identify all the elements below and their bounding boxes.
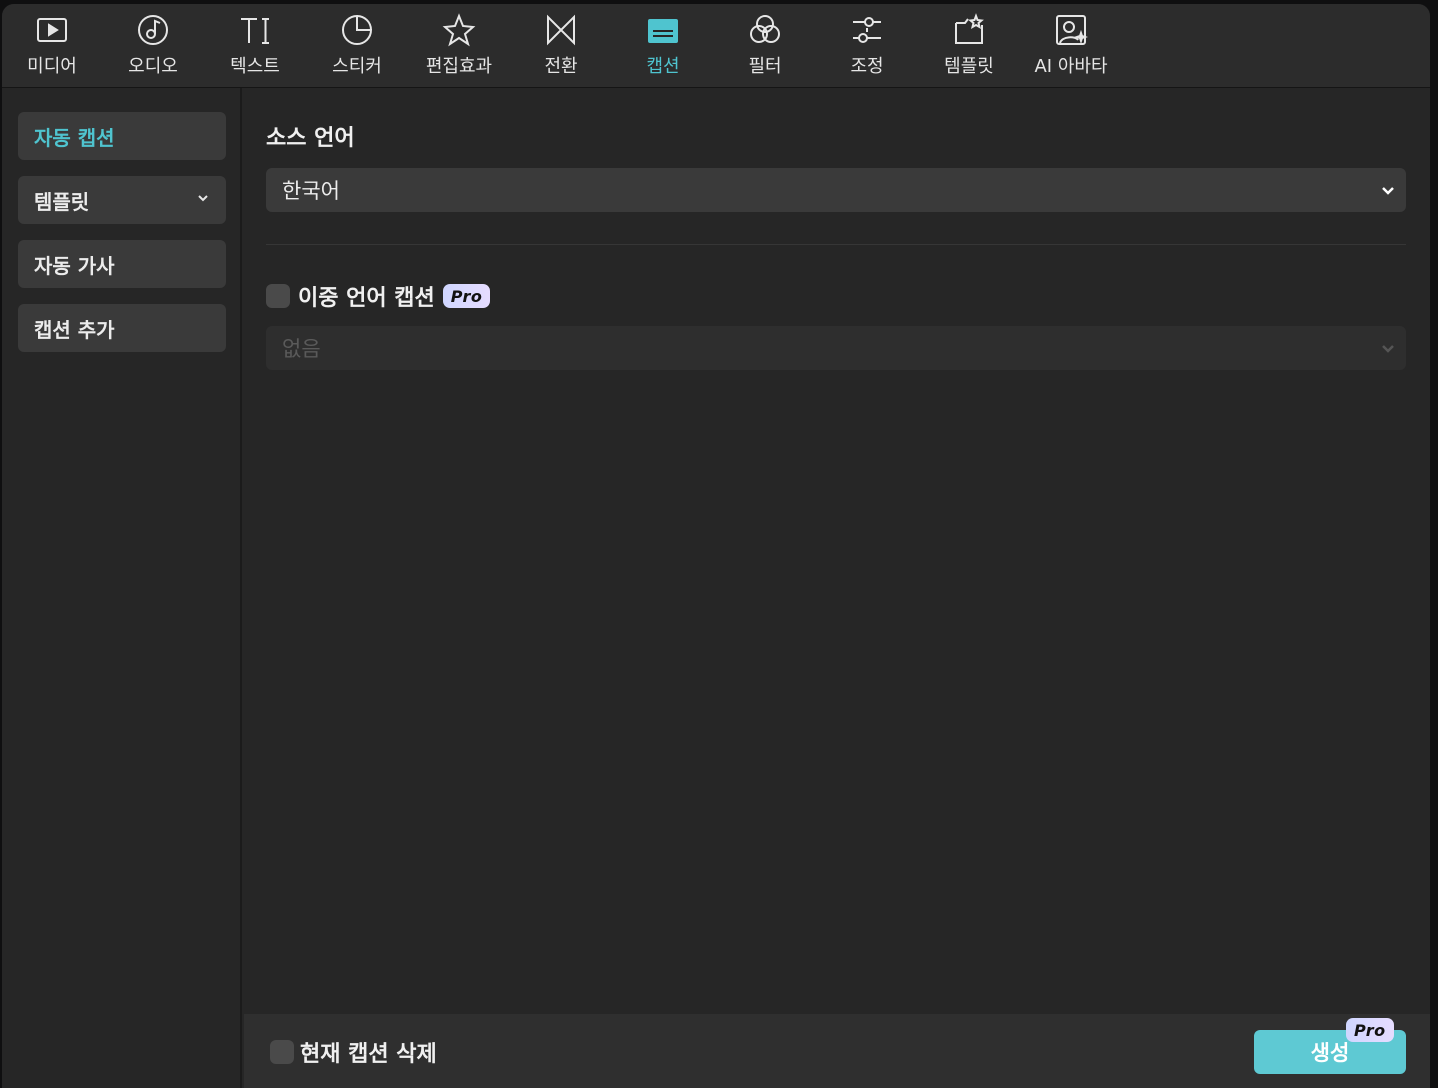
bilingual-caption-row: 이중 언어 캡션 Pro	[266, 282, 491, 311]
delete-current-caption-checkbox[interactable]	[270, 1040, 294, 1064]
chevron-down-icon	[1382, 345, 1394, 353]
chevron-down-icon	[1382, 187, 1394, 195]
caption-panel: 소스 언어 한국어 이중 언어 캡션 Pro 없음 현재 캡션 삭제 생성 Pr…	[244, 88, 1430, 1088]
sidebar-item-label: 자동 캡션	[34, 125, 115, 150]
tab-effects[interactable]: 편집효과	[411, 4, 507, 88]
sidebar-item-auto-caption[interactable]: 자동 캡션	[18, 112, 226, 160]
adjust-icon	[849, 12, 885, 48]
sticker-icon	[339, 12, 375, 48]
panel-footer: 현재 캡션 삭제 생성 Pro	[244, 1014, 1430, 1088]
divider	[266, 244, 1406, 245]
tab-ai-avatar[interactable]: AI 아바타	[1023, 4, 1119, 88]
text-icon	[237, 12, 273, 48]
bilingual-caption-label: 이중 언어 캡션	[298, 286, 435, 311]
tab-caption-label: 캡션	[646, 56, 680, 77]
tab-adjust-label: 조정	[850, 56, 884, 77]
source-language-value: 한국어	[282, 179, 340, 203]
tab-template[interactable]: 템플릿	[921, 4, 1017, 88]
tab-transition[interactable]: 전환	[513, 4, 609, 88]
source-language-select[interactable]: 한국어	[266, 168, 1406, 212]
generate-button-label: 생성	[1310, 1041, 1350, 1065]
left-sidebar: 자동 캡션 템플릿 자동 가사 캡션 추가	[2, 88, 242, 1088]
source-language-title: 소스 언어	[266, 126, 355, 151]
tab-text-label: 텍스트	[230, 56, 280, 77]
tab-audio[interactable]: 오디오	[105, 4, 201, 88]
filter-icon	[747, 12, 783, 48]
tab-adjust[interactable]: 조정	[819, 4, 915, 88]
bilingual-caption-checkbox[interactable]	[266, 284, 290, 308]
delete-current-caption-label: 현재 캡션 삭제	[300, 1042, 437, 1067]
tab-sticker-label: 스티커	[332, 56, 382, 77]
sidebar-item-label: 템플릿	[34, 189, 90, 214]
bilingual-language-select[interactable]: 없음	[266, 326, 1406, 370]
tab-text[interactable]: 텍스트	[207, 4, 303, 88]
tab-audio-label: 오디오	[128, 56, 178, 77]
ai-avatar-icon	[1053, 12, 1089, 48]
chevron-down-icon	[198, 195, 208, 202]
tab-media-label: 미디어	[27, 56, 77, 77]
sidebar-item-auto-lyrics[interactable]: 자동 가사	[18, 240, 226, 288]
effects-icon	[441, 12, 477, 48]
tab-media[interactable]: 미디어	[4, 4, 100, 88]
tab-template-label: 템플릿	[944, 56, 994, 77]
top-toolbar: 미디어 오디오 텍스트 스티커 편집효과 전환 캡션 필터 조정 템플릿 AI …	[2, 4, 1430, 88]
tab-effects-label: 편집효과	[425, 56, 493, 77]
transition-icon	[543, 12, 579, 48]
tab-caption[interactable]: 캡션	[615, 4, 711, 88]
sidebar-item-add-caption[interactable]: 캡션 추가	[18, 304, 226, 352]
app-window: 미디어 오디오 텍스트 스티커 편집효과 전환 캡션 필터 조정 템플릿 AI …	[2, 4, 1430, 1088]
tab-transition-label: 전환	[544, 56, 578, 77]
sidebar-item-label: 자동 가사	[34, 253, 115, 278]
media-icon	[34, 12, 70, 48]
tab-filter[interactable]: 필터	[717, 4, 813, 88]
generate-pro-badge: Pro	[1346, 1018, 1394, 1042]
tab-ai-avatar-label: AI 아바타	[1034, 56, 1108, 77]
sidebar-item-template[interactable]: 템플릿	[18, 176, 226, 224]
audio-icon	[135, 12, 171, 48]
template-icon	[951, 12, 987, 48]
sidebar-item-label: 캡션 추가	[34, 317, 115, 342]
pro-badge: Pro	[442, 284, 491, 308]
bilingual-language-value: 없음	[282, 337, 321, 361]
caption-icon	[645, 12, 681, 48]
tab-filter-label: 필터	[748, 56, 782, 77]
tab-sticker[interactable]: 스티커	[309, 4, 405, 88]
